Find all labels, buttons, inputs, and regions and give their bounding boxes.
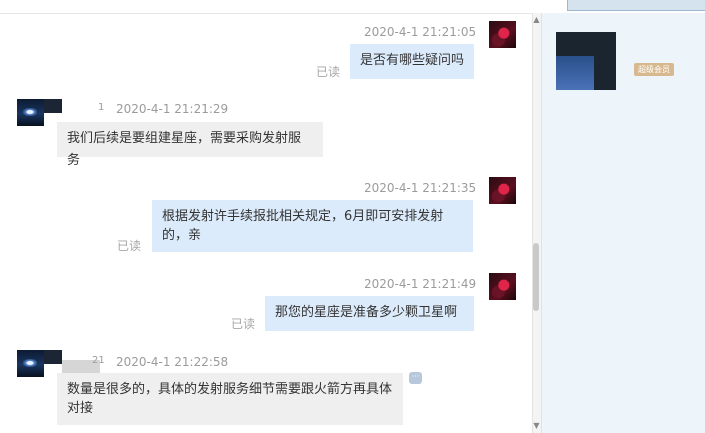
message-text: 我们后续是要组建星座，需要采购发射服务 <box>67 131 302 168</box>
sidebar-toolbar[interactable] <box>567 0 705 11</box>
contact-avatar[interactable] <box>17 99 44 126</box>
read-status: 已读 <box>316 65 341 79</box>
chat-bubble-icon[interactable]: ··· <box>409 372 422 384</box>
message-timestamp: 2020-4-1 21:21:35 <box>364 181 477 195</box>
message-bubble[interactable]: 根据发射许手续报批相关规定，6月即可安排发射 的，亲 <box>152 200 473 252</box>
message-bubble[interactable]: 是否有哪些疑问吗 <box>350 44 474 79</box>
my-avatar[interactable] <box>489 177 516 204</box>
arrow-down-icon[interactable]: ▼ <box>532 421 541 430</box>
message-timestamp: 2020-4-1 21:21:05 <box>364 25 477 39</box>
contact-profile-avatar[interactable] <box>556 32 616 90</box>
message-timestamp: 2020-4-1 21:21:29 <box>116 102 229 116</box>
message-bubble[interactable]: 那您的星座是准备多少颗卫星啊 <box>265 296 474 331</box>
message-text-line: 数量是很多的，具体的发射服务细节需要跟火箭方再具体 <box>67 382 393 397</box>
message-bubble[interactable]: 我们后续是要组建星座，需要采购发射服务 <box>57 122 323 168</box>
avatar-blur <box>556 56 594 90</box>
my-avatar[interactable] <box>489 21 516 48</box>
contact-avatar[interactable] <box>17 350 44 377</box>
message-text-line: 的，亲 <box>162 228 202 243</box>
message-bubble[interactable]: 数量是很多的，具体的发射服务细节需要跟火箭方再具体 对接 <box>57 373 403 425</box>
scroll-thumb[interactable] <box>533 243 539 311</box>
read-status: 已读 <box>231 317 256 331</box>
my-avatar[interactable] <box>489 273 516 300</box>
member-badge: 超级会员 <box>634 63 674 76</box>
redacted-name <box>44 99 62 113</box>
top-divider <box>0 13 532 14</box>
message-timestamp: 2020-4-1 21:22:58 <box>116 355 229 369</box>
arrow-up-icon[interactable]: ▲ <box>532 15 541 24</box>
message-timestamp: 2020-4-1 21:21:49 <box>364 277 477 291</box>
redacted-name <box>44 350 62 364</box>
read-status: 已读 <box>117 239 142 253</box>
sender-index: 1 <box>98 102 105 113</box>
chat-panel: 2020-4-1 21:21:05 是否有哪些疑问吗 已读 1 2020-4-1… <box>0 0 532 433</box>
message-text: 是否有哪些疑问吗 <box>360 53 465 68</box>
chat-scrollbar[interactable] <box>532 13 541 433</box>
message-text: 那您的星座是准备多少颗卫星啊 <box>275 305 458 320</box>
message-text-line: 根据发射许手续报批相关规定，6月即可安排发射 <box>162 209 444 224</box>
message-text-line: 对接 <box>67 401 94 416</box>
sender-index: 21 <box>92 355 105 366</box>
